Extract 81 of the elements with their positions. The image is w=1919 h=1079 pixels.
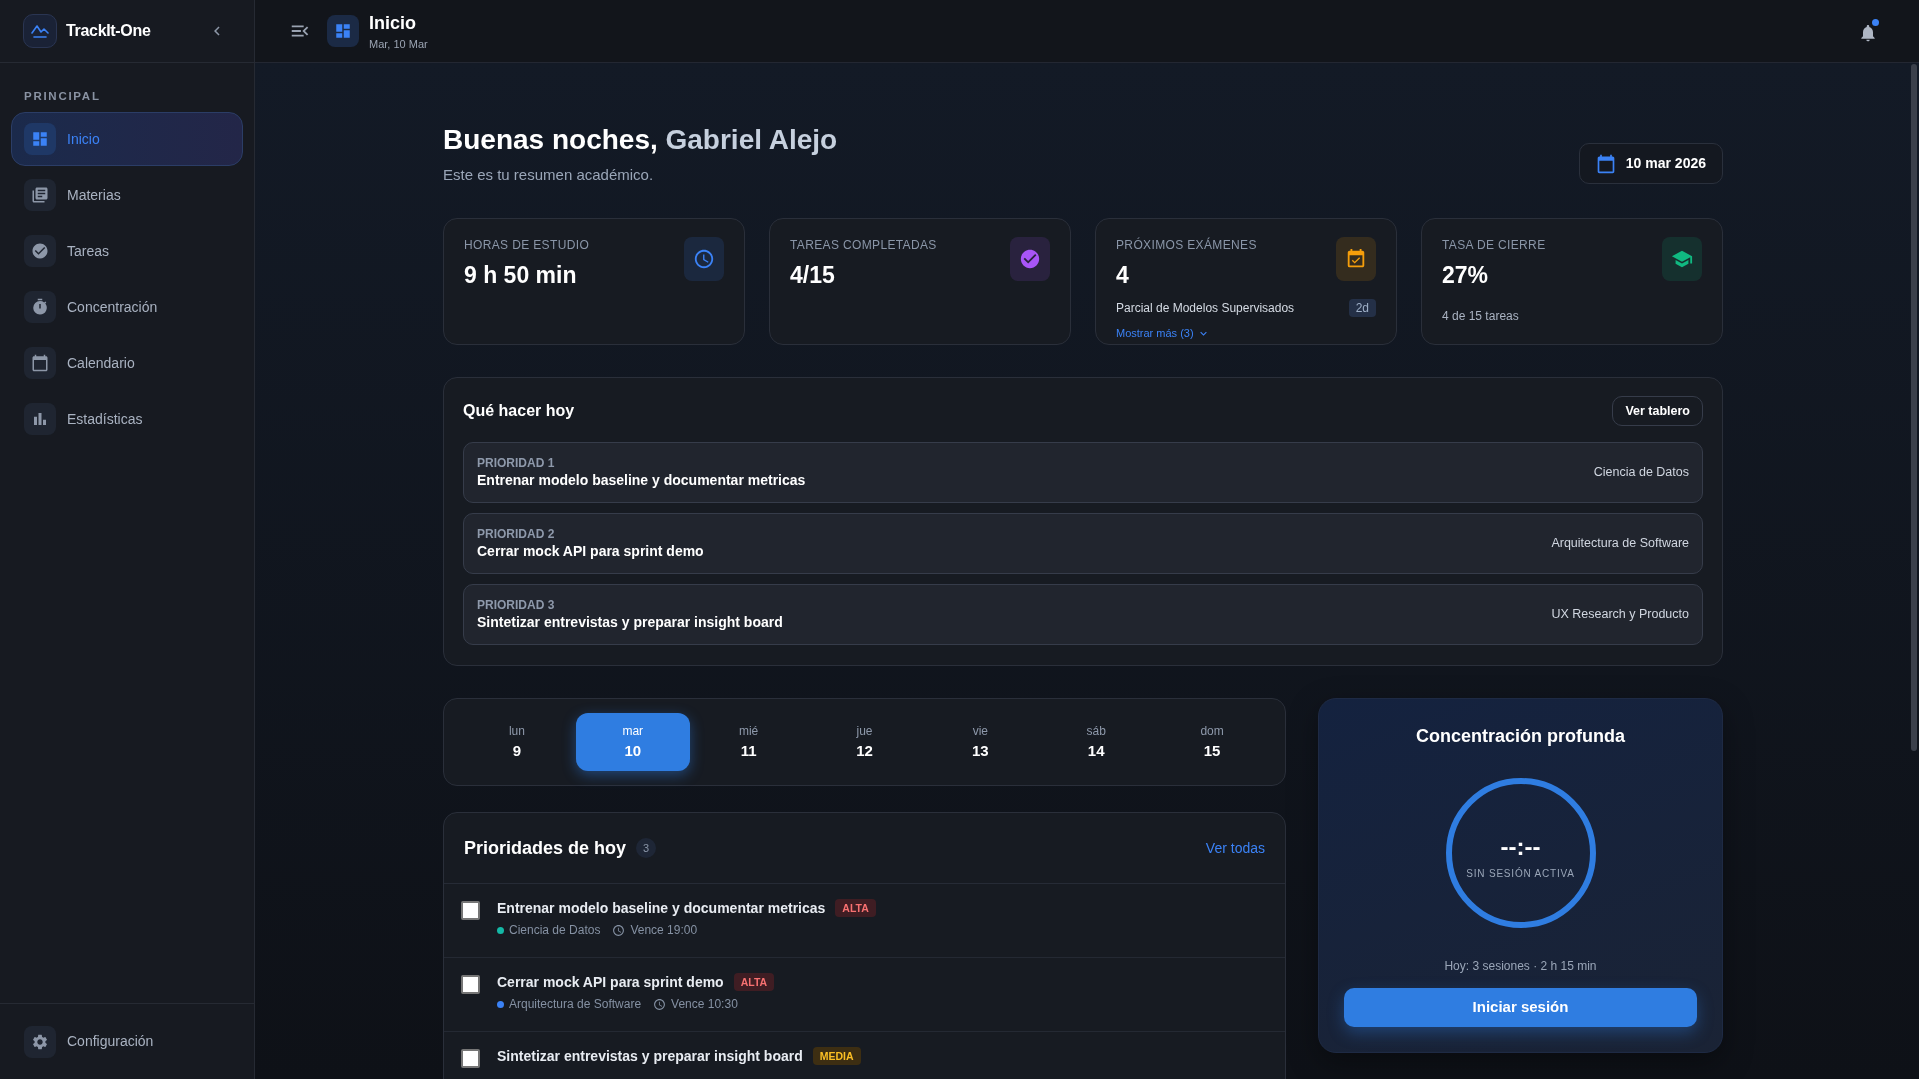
session-status: SIN SESIÓN ACTIVA [1466,866,1575,880]
stat-value: 9 h 50 min [464,261,578,290]
task-title: Cerrar mock API para sprint demo [497,973,724,992]
priority-tag: ALTA [835,899,876,917]
greeting-heading: Buenas noches, Gabriel Alejo [443,123,838,157]
session-summary: Hoy: 3 sesiones · 2 h 15 min [1444,958,1597,974]
dashboard-icon [327,15,359,47]
view-all-link[interactable]: Ver todas [1205,837,1265,859]
day-button[interactable]: vie 13 [923,713,1038,771]
nav-item[interactable]: Tareas [11,224,243,278]
subject-label: Arquitectura de Software [1551,535,1689,553]
start-session-button[interactable]: Iniciar sesión [1344,988,1697,1027]
stat-label: HORAS DE ESTUDIO [464,237,590,253]
task-checkbox[interactable] [461,1049,480,1068]
priority-label: PRIORIDAD 2 [477,526,556,542]
priority-title: Sintetizar entrevistas y preparar insight board [477,613,783,632]
bar-chart-icon [24,403,56,435]
page-date: Mar, 10 Mar [369,36,428,51]
due-time: Vence 19:00 [630,922,698,938]
priority-row[interactable]: PRIORIDAD 1 Entrenar modelo baseline y documentar metricas Ciencia de Datos [463,442,1703,503]
stopwatch-icon [24,291,56,323]
scrollbar-thumb[interactable] [1911,64,1917,751]
task-title: Sintetizar entrevistas y preparar insight board [497,1047,803,1066]
due-time: Vence 10:30 [671,996,738,1012]
logo-icon [23,14,57,48]
calendar-icon [24,347,56,379]
task-title: Entrenar modelo baseline y documentar metricas [497,899,826,918]
priority-label: PRIORIDAD 1 [477,455,556,471]
priority-tag: MEDIA [812,1047,861,1065]
greeting-subtitle: Este es tu resumen académico. [443,165,655,185]
nav-item[interactable]: Estadísticas [11,392,243,446]
priority-tag: ALTA [733,973,775,991]
books-icon [24,179,56,211]
calendar-icon [1595,153,1616,174]
nav-item[interactable]: Materias [11,168,243,222]
exam-name: Parcial de Modelos Supervisados [1116,300,1295,317]
priority-row[interactable]: PRIORIDAD 2 Cerrar mock API para sprint demo Arquitectura de Software [463,513,1703,574]
task-checkbox[interactable] [461,975,480,994]
show-more-link[interactable]: Mostrar más (3) [1116,325,1210,341]
day-button[interactable]: mar 10 [575,713,690,771]
day-button[interactable]: dom 15 [1155,713,1269,771]
stat-label: PRÓXIMOS EXÁMENES [1116,237,1257,253]
stat-label: TAREAS COMPLETADAS [790,237,937,253]
priority-row[interactable]: PRIORIDAD 3 Sintetizar entrevistas y preparar insight board UX Research y Producto [463,584,1703,645]
task-checkbox[interactable] [461,901,480,920]
dashboard-icon [24,123,56,155]
timer-display: --:-- [1500,832,1541,861]
day-button[interactable]: mié 11 [691,713,806,771]
settings-item[interactable]: Configuración [11,1014,243,1069]
count-badge: 3 [636,838,657,858]
subject-label: Ciencia de Datos [509,922,601,938]
clock-icon [612,923,626,937]
clock-icon [653,997,667,1011]
priority-title: Entrenar modelo baseline y documentar metricas [477,471,806,490]
page-title: Inicio [369,11,417,34]
stat-value: 4/15 [790,261,836,290]
settings-icon [24,1025,56,1058]
panel-title: Concentración profunda [1416,725,1625,748]
subject-label: UX Research y Producto [1551,606,1689,624]
panel-title: Qué hacer hoy [463,401,575,421]
day-button[interactable]: jue 12 [807,713,922,771]
subject-label: Arquitectura de Software [509,996,642,1012]
subject-label: Ciencia de Datos [1593,464,1689,482]
priority-title: Cerrar mock API para sprint demo [477,542,704,561]
stat-note: 4 de 15 tareas [1442,308,1520,324]
stat-value: 27% [1442,261,1490,290]
stat-label: TASA DE CIERRE [1442,237,1546,253]
panel-title: Prioridades de hoy [464,836,627,860]
brand-name: TrackIt-One [66,21,151,41]
day-button[interactable]: lun 9 [460,713,574,771]
stat-value: 4 [1116,261,1130,290]
days-left-tag: 2d [1348,299,1376,317]
view-board-button[interactable]: Ver tablero [1612,396,1703,426]
nav-item[interactable]: Concentración [11,280,243,334]
day-button[interactable]: sáb 14 [1039,713,1154,771]
section-heading: PRINCIPAL [23,89,102,104]
priority-label: PRIORIDAD 3 [477,597,556,613]
nav-item[interactable]: Inicio [11,112,243,166]
nav-item[interactable]: Calendario [11,336,243,390]
bell-icon [1858,23,1878,43]
date-button[interactable]: 10 mar 2026 [1578,143,1723,184]
